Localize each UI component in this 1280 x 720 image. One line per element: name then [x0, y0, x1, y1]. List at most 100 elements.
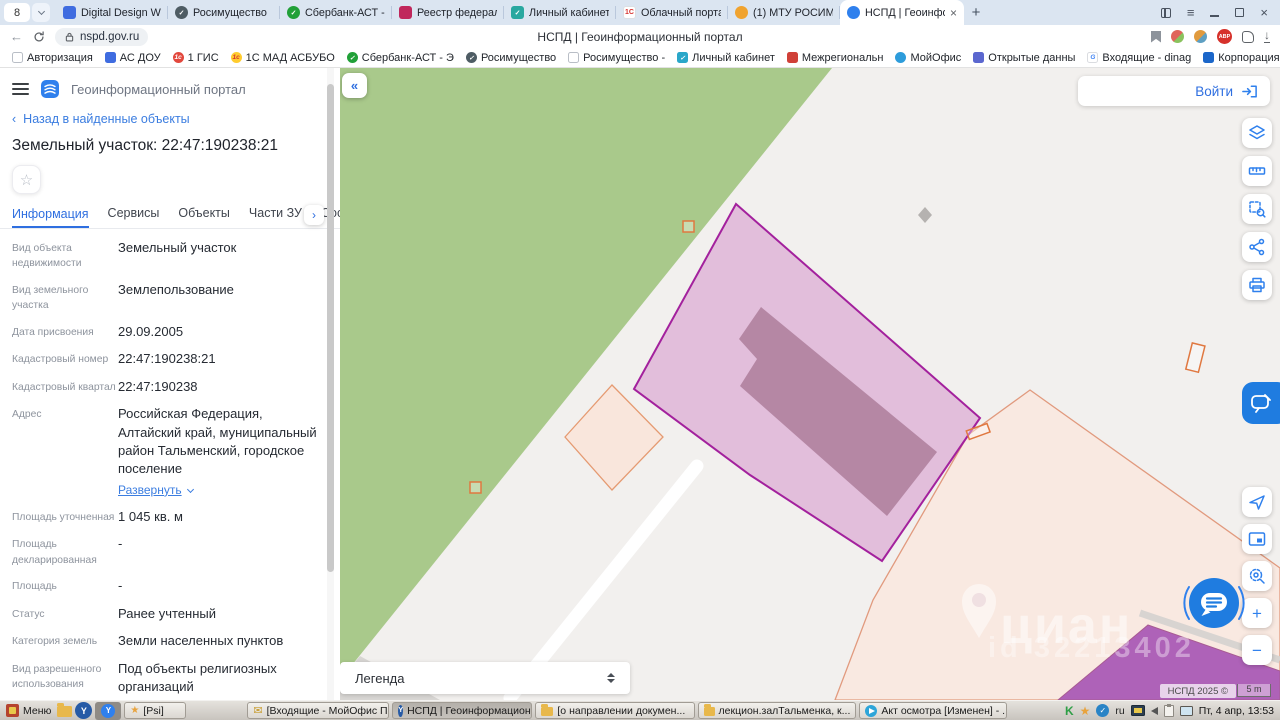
bookmark-item[interactable]: МойОфис	[889, 52, 967, 64]
area-select-button[interactable]	[1242, 194, 1272, 224]
attribute-row: Вид объекта недвижимости Земельный участо…	[12, 239, 326, 272]
tray-volume-icon[interactable]	[1150, 706, 1158, 715]
downloads-icon[interactable]: ↓	[1264, 29, 1270, 43]
taskbar-window-document[interactable]: [о направлении докумен...	[535, 702, 696, 719]
yandex-browser-icon[interactable]: Y	[75, 702, 93, 719]
tabs-scroll-right-button[interactable]: ›	[304, 205, 324, 225]
bookmark-item[interactable]: АС ДОУ	[99, 52, 167, 64]
measure-button[interactable]	[1242, 156, 1272, 186]
point-marker[interactable]	[682, 220, 695, 233]
browser-tab[interactable]: ✓ Росимущество	[168, 0, 280, 25]
tab-counter[interactable]: 8	[4, 3, 50, 22]
favorite-star-button[interactable]: ☆	[12, 165, 41, 194]
share-button[interactable]	[1242, 232, 1272, 262]
extension-icon[interactable]	[1171, 30, 1184, 43]
bookmark-item[interactable]: 1с 1С МАД АСБУБО	[225, 52, 341, 64]
extension-icon[interactable]	[1194, 30, 1207, 43]
login-button[interactable]: Войти	[1078, 76, 1270, 106]
tab-information[interactable]: Информация	[12, 207, 89, 228]
attribute-label: Вид разрешенного использования	[12, 663, 102, 691]
back-to-results-link[interactable]: ‹ Назад в найденные объекты	[12, 112, 328, 126]
bookmark-item[interactable]: 1с 1 ГИС	[167, 52, 225, 64]
tray-monitor-icon[interactable]	[1130, 705, 1145, 716]
minimap-button[interactable]	[1242, 524, 1272, 554]
expand-address-link[interactable]: Развернуть	[118, 482, 326, 499]
bookmark-item[interactable]: G Входящие - dinag	[1081, 52, 1197, 64]
browser-tab[interactable]: 1С Облачный портал 1С	[616, 0, 728, 25]
hamburger-menu-icon[interactable]	[12, 83, 29, 95]
collapse-panel-button[interactable]: «	[342, 73, 367, 98]
start-menu-button[interactable]: Меню	[3, 704, 54, 717]
star-icon: ☆	[19, 171, 34, 189]
file-manager-icon[interactable]	[57, 703, 73, 717]
attribute-row: Адрес Российская Федерация, Алтайский кр…	[12, 405, 326, 499]
print-button[interactable]	[1242, 270, 1272, 300]
window-minimize-icon[interactable]	[1210, 15, 1220, 17]
map-viewport[interactable]: циан id 32213402 « Войти + − Легенда НСП…	[340, 68, 1280, 700]
bookmark-item[interactable]: Росимущество -	[562, 52, 671, 64]
taskbar-window-nspd[interactable]: Y НСПД | Геоинформацион...	[392, 702, 533, 719]
taskbar-window-telegram[interactable]: Акт осмотра [Изменен] - ...	[859, 702, 1008, 719]
tab-close-icon[interactable]: ×	[950, 6, 957, 20]
panel-scrollbar-thumb[interactable]	[327, 84, 334, 572]
keyboard-layout-indicator[interactable]: ru	[1115, 705, 1124, 717]
browser-menu-icon[interactable]: ≡	[1187, 5, 1195, 20]
map-canvas[interactable]	[340, 68, 1280, 700]
taskbar-window-mail[interactable]: ✉ [Входящие - МойОфис По...	[247, 702, 390, 719]
browser-tab[interactable]: (1) МТУ РОСИМУЩЕСТ	[728, 0, 840, 25]
taskbar-window-folder[interactable]: лекцион.залТальменка, к...	[698, 702, 857, 719]
bookmark-item[interactable]: Корпорация МС	[1197, 52, 1280, 64]
legend-toggle[interactable]: Легенда	[340, 662, 630, 694]
tab-counter-dropdown[interactable]	[32, 3, 50, 22]
tab-title: Digital Design Web Clien	[81, 6, 161, 19]
tab-objects[interactable]: Объекты	[178, 206, 230, 228]
bookmark-item[interactable]: ✓ Сбербанк-АСТ - Э	[341, 52, 460, 64]
reload-icon[interactable]	[32, 30, 46, 44]
attribute-label: Вид объекта недвижимости	[12, 243, 82, 270]
browser-tab[interactable]: Реестр федерального и	[392, 0, 504, 25]
back-icon[interactable]: ←	[10, 29, 23, 44]
tab-panels-icon[interactable]	[1160, 7, 1171, 18]
browser-tab[interactable]: ✓ Личный кабинет	[504, 0, 616, 25]
attribute-row: Кадастровый номер 22:47:190238:21	[12, 350, 326, 368]
bookmark-item[interactable]: Межрегиональн	[781, 52, 890, 64]
bookmark-favicon	[895, 52, 907, 63]
browser-tab-active[interactable]: НСПД | Геоинформа ×	[840, 0, 964, 25]
point-marker[interactable]	[469, 481, 482, 494]
adblock-icon[interactable]: ABP	[1217, 29, 1232, 44]
watermark-id: id 32213402	[988, 632, 1195, 664]
browser-tab[interactable]: ✓ Сбербанк-АСТ - Электр	[280, 0, 392, 25]
tab-favicon	[735, 6, 748, 19]
bookmark-favicon: ✓	[465, 52, 477, 63]
browser-tab[interactable]: Digital Design Web Clien	[56, 0, 168, 25]
tab-services[interactable]: Сервисы	[108, 206, 160, 228]
tab-parcel-parts[interactable]: Части ЗУ	[249, 206, 302, 228]
new-tab-button[interactable]: +	[964, 2, 988, 24]
tray-shield-icon[interactable]: ✓	[1096, 704, 1110, 717]
bookmark-item[interactable]: Авторизация	[6, 52, 99, 64]
taskbar-window-psi[interactable]: ★ [Psi]	[124, 702, 187, 719]
expand-label: Развернуть	[118, 482, 182, 497]
zoom-out-button[interactable]: −	[1242, 635, 1272, 665]
support-button[interactable]	[1242, 382, 1280, 424]
layers-button[interactable]	[1242, 118, 1272, 148]
window-restore-icon[interactable]	[1235, 8, 1245, 17]
yandex-browser-active-icon[interactable]: Y	[95, 701, 122, 720]
tray-star-icon[interactable]: ★	[1080, 704, 1091, 718]
taskbar-clock[interactable]: Пт, 4 апр, 13:53	[1199, 705, 1274, 717]
bookmark-item[interactable]: ✓ Личный кабинет	[671, 52, 781, 64]
tray-clipboard-icon[interactable]	[1163, 703, 1174, 717]
bookmark-icon[interactable]	[1151, 30, 1161, 43]
tray-k-icon[interactable]: K	[1065, 704, 1074, 718]
geolocation-button[interactable]	[1242, 487, 1272, 517]
nspd-logo-icon	[41, 80, 59, 98]
bookmark-item[interactable]: Открытые данны	[967, 52, 1081, 64]
chat-button[interactable]	[1181, 570, 1247, 636]
bookmark-item[interactable]: ✓ Росимущество	[460, 52, 562, 64]
attribute-value: Ранее учтенный	[118, 605, 216, 621]
attribute-value: Российская Федерация, Алтайский край, му…	[118, 405, 326, 499]
extension-mitten-icon[interactable]	[1242, 30, 1254, 43]
window-close-icon[interactable]: ×	[1260, 5, 1268, 20]
tray-display-icon[interactable]	[1179, 705, 1193, 716]
url-field[interactable]: nspd.gov.ru	[55, 27, 149, 46]
